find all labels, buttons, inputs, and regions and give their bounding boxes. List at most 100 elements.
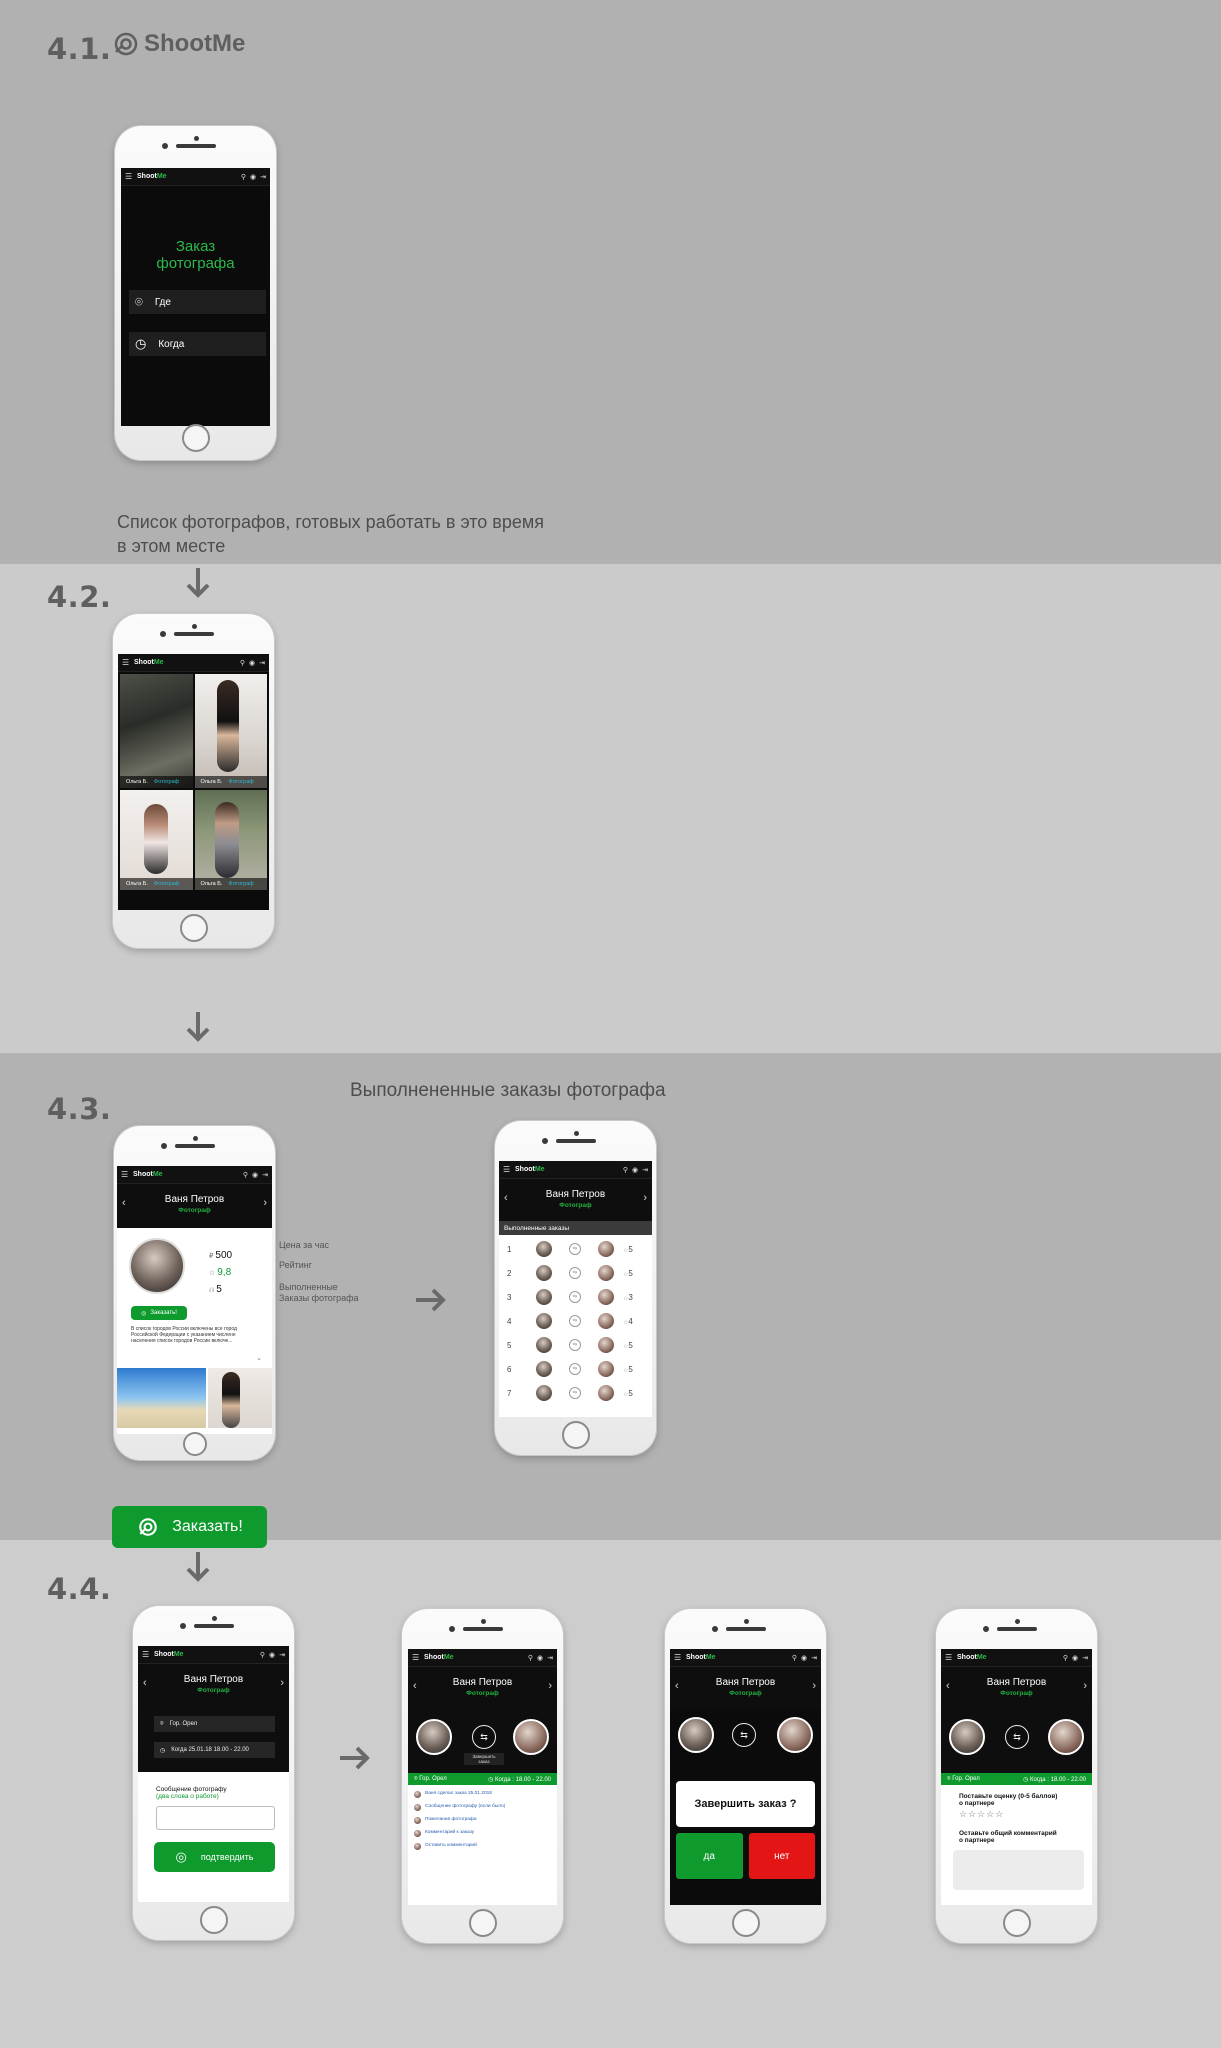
prev-arrow-icon[interactable]: ‹ (143, 1677, 147, 1689)
completed-order-row[interactable]: 7 ⇆ ☆5 (507, 1381, 646, 1405)
photographer-card[interactable]: Ольга Б. Фотограф (194, 674, 267, 788)
message-input[interactable] (156, 1806, 275, 1830)
rating-stars[interactable]: ☆☆☆☆☆ (941, 1807, 1092, 1820)
order-button[interactable]: ◎ Заказать! (131, 1306, 187, 1320)
portfolio-photo[interactable] (208, 1368, 272, 1428)
phone-photographer-profile: ☰ ShootMe ⚲ ◉ ⇥ ‹ Ваня Петров Фотограф ›… (114, 1126, 275, 1460)
completed-order-row[interactable]: 6 ⇆ ☆5 (507, 1357, 646, 1381)
phone-order-chat: ☰ ShootMe ⚲ ◉ ⇥ ‹ Ваня Петров Фотограф ›… (402, 1609, 563, 1943)
prev-arrow-icon[interactable]: ‹ (122, 1197, 126, 1209)
search-icon[interactable]: ⚲ (623, 1166, 628, 1174)
deal-icon: ⇆ (569, 1291, 581, 1303)
profile-header: ‹ Ваня Петров Фотограф › (117, 1184, 272, 1228)
prev-arrow-icon[interactable]: ‹ (675, 1680, 679, 1692)
clock-icon: ◷ (488, 1776, 494, 1783)
logo-icon (139, 1518, 157, 1536)
login-icon[interactable]: ⇥ (260, 173, 266, 181)
menu-icon[interactable]: ☰ (121, 1170, 129, 1179)
next-arrow-icon[interactable]: › (548, 1680, 552, 1692)
login-icon[interactable]: ⇥ (811, 1654, 817, 1662)
confirm-button[interactable]: ◎ подтвердить (154, 1842, 275, 1872)
location-icon[interactable]: ◉ (801, 1654, 807, 1662)
logo-icon: ◎ (141, 1310, 147, 1317)
deal-icon: ⇆ (569, 1267, 581, 1279)
clock-icon: ◷ (1023, 1776, 1029, 1783)
prev-arrow-icon[interactable]: ‹ (946, 1680, 950, 1692)
location-icon[interactable]: ◉ (632, 1166, 638, 1174)
home-button (1002, 1909, 1031, 1937)
completed-order-row[interactable]: 3 ⇆ ☆3 (507, 1285, 646, 1309)
arrow-down-icon (186, 568, 210, 598)
search-icon[interactable]: ⚲ (243, 1171, 248, 1179)
location-icon[interactable]: ◉ (252, 1171, 258, 1179)
location-icon[interactable]: ◉ (537, 1654, 543, 1662)
next-arrow-icon[interactable]: › (643, 1192, 647, 1204)
login-icon[interactable]: ⇥ (259, 659, 265, 667)
login-icon[interactable]: ⇥ (262, 1171, 268, 1179)
expand-icon[interactable]: ⌄ (256, 1354, 262, 1362)
when-field[interactable]: ◷ Когда (129, 332, 266, 356)
profile-annotations: Цена за час Рейтинг Выполненные Заказы ф… (279, 1240, 359, 1303)
phone-finish-order: ☰ ShootMe ⚲ ◉ ⇥ ‹ Ваня Петров Фотограф ›… (665, 1609, 826, 1943)
portfolio-photo[interactable] (117, 1368, 207, 1428)
finish-order-icon[interactable]: ⇆ (732, 1723, 756, 1747)
photographer-card[interactable]: Ольга Б. Фотограф (194, 790, 267, 890)
photographer-card[interactable]: Ольга Б. Фотограф (120, 790, 193, 890)
completed-order-row[interactable]: 5 ⇆ ☆5 (507, 1333, 646, 1357)
search-icon[interactable]: ⚲ (1063, 1654, 1068, 1662)
menu-icon[interactable]: ☰ (412, 1653, 420, 1662)
where-field[interactable]: ⌾ Где (129, 290, 266, 314)
search-icon[interactable]: ⚲ (528, 1654, 533, 1662)
time-field[interactable]: ◷ Когда 25.01.18 18.00 - 22.00 (154, 1742, 275, 1758)
menu-icon[interactable]: ☰ (503, 1165, 511, 1174)
next-arrow-icon[interactable]: › (1083, 1680, 1087, 1692)
yes-button[interactable]: да (676, 1833, 743, 1879)
search-icon[interactable]: ⚲ (241, 173, 246, 181)
login-icon[interactable]: ⇥ (1082, 1654, 1088, 1662)
section-number-4-1: 4.1. (47, 32, 112, 66)
next-arrow-icon[interactable]: › (280, 1677, 284, 1689)
photographer-card[interactable]: Ольга Б. Фотограф (120, 674, 193, 788)
phone-order-confirm: ☰ ShootMe ⚲ ◉ ⇥ ‹ Ваня Петров Фотограф ›… (133, 1606, 294, 1940)
finish-order-icon[interactable]: ⇆ (1005, 1725, 1029, 1749)
menu-icon[interactable]: ☰ (142, 1650, 150, 1659)
menu-icon[interactable]: ☰ (945, 1653, 953, 1662)
photographer-avatar (597, 1264, 615, 1282)
location-icon[interactable]: ◉ (250, 173, 256, 181)
app-bar: ☰ ShootMe ⚲ ◉ ⇥ (138, 1646, 289, 1664)
location-icon[interactable]: ◉ (1072, 1654, 1078, 1662)
search-icon[interactable]: ⚲ (240, 659, 245, 667)
menu-icon[interactable]: ☰ (125, 172, 133, 181)
login-icon[interactable]: ⇥ (642, 1166, 648, 1174)
search-icon[interactable]: ⚲ (260, 1651, 265, 1659)
prev-arrow-icon[interactable]: ‹ (504, 1192, 508, 1204)
message-text: Ваня сделал заказ 25.01.2018 (425, 1791, 492, 1796)
menu-icon[interactable]: ☰ (122, 658, 130, 667)
login-icon[interactable]: ⇥ (547, 1654, 553, 1662)
next-arrow-icon[interactable]: › (812, 1680, 816, 1692)
client-avatar (949, 1719, 985, 1755)
finish-order-icon[interactable]: ⇆ (472, 1725, 496, 1749)
comment-input[interactable] (953, 1850, 1084, 1890)
prev-arrow-icon[interactable]: ‹ (413, 1680, 417, 1692)
client-avatar (678, 1717, 714, 1753)
search-icon[interactable]: ⚲ (792, 1654, 797, 1662)
next-arrow-icon[interactable]: › (263, 1197, 267, 1209)
completed-order-row[interactable]: 4 ⇆ ☆4 (507, 1309, 646, 1333)
big-order-button[interactable]: Заказать! (112, 1506, 267, 1548)
login-icon[interactable]: ⇥ (279, 1651, 285, 1659)
no-button[interactable]: нет (748, 1833, 815, 1879)
completed-order-row[interactable]: 2 ⇆ ☆5 (507, 1261, 646, 1285)
city-field[interactable]: ⌾ Гор. Орел (154, 1716, 275, 1732)
menu-icon[interactable]: ☰ (674, 1653, 682, 1662)
client-avatar (535, 1312, 553, 1330)
profile-header: ‹ Ваня Петров Фотограф › (670, 1667, 821, 1711)
order-number: 5 (507, 1340, 512, 1350)
message-avatar (414, 1830, 421, 1837)
location-icon[interactable]: ◉ (249, 659, 255, 667)
location-icon[interactable]: ◉ (269, 1651, 275, 1659)
completed-order-row[interactable]: 1 ⇆ ☆5 (507, 1237, 646, 1261)
app-logo: ShootMe (154, 1651, 184, 1658)
order-score: ☆4 (623, 1316, 633, 1326)
photographer-avatar (777, 1717, 813, 1753)
